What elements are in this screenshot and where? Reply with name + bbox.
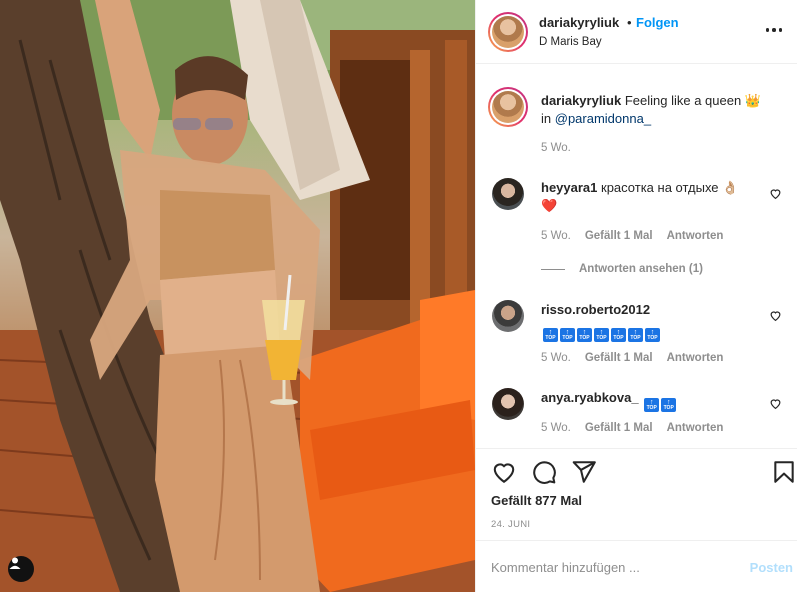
comment-time[interactable]: 5 Wo.: [541, 352, 571, 364]
comment-author[interactable]: risso.roberto2012: [541, 302, 650, 317]
more-options-icon[interactable]: [765, 28, 782, 32]
post-comment-button[interactable]: Posten: [750, 560, 793, 575]
top-emoji: ↑ TOP: [661, 398, 677, 412]
replies-divider: [541, 268, 565, 270]
comment-likes[interactable]: Gefällt 1 Mal: [585, 230, 653, 242]
crown-emoji: 👑: [744, 93, 762, 108]
comment-author[interactable]: anya.ryabkova_: [541, 390, 639, 405]
like-comment-heart-icon[interactable]: [769, 309, 782, 322]
author-avatar[interactable]: [488, 12, 528, 52]
view-replies-label[interactable]: Antworten ansehen (1): [579, 263, 703, 275]
comment-1-meta: 5 Wo. Gefällt 1 Mal Antworten: [541, 230, 723, 242]
likes-count[interactable]: Gefällt 877 Mal: [491, 493, 582, 508]
comment-text-line2: ❤️: [541, 198, 558, 213]
caption-meta: 5 Wo.: [541, 142, 571, 154]
caption-author[interactable]: dariakyryliuk: [541, 93, 621, 108]
comment-author[interactable]: heyyara1: [541, 180, 597, 195]
comment-time[interactable]: 5 Wo.: [541, 422, 571, 434]
header-separator: •: [627, 15, 632, 30]
comment-likes[interactable]: Gefällt 1 Mal: [585, 422, 653, 434]
comment-3-meta: 5 Wo. Gefällt 1 Mal Antworten: [541, 422, 723, 434]
comment-icon[interactable]: [531, 459, 557, 485]
author-username[interactable]: dariakyryliuk: [539, 15, 619, 30]
top-emoji: ↑ TOP: [577, 328, 592, 342]
caption: dariakyryliuk Feeling like a queen 👑 in …: [541, 92, 786, 128]
reply-button[interactable]: Antworten: [667, 422, 724, 434]
top-emoji: ↑ TOP: [594, 328, 609, 342]
top-emoji: ↑ TOP: [628, 328, 643, 342]
share-icon[interactable]: [571, 459, 597, 485]
bookmark-icon[interactable]: [771, 459, 797, 485]
reply-button[interactable]: Antworten: [667, 230, 724, 242]
reply-button[interactable]: Antworten: [667, 352, 724, 364]
tagged-user-icon[interactable]: [8, 556, 34, 582]
caption-in-word: in: [541, 111, 552, 126]
comment-2: risso.roberto2012 ↑ TOP ↑ TOP ↑ TOP ↑ TOP ↑ T…: [541, 301, 761, 342]
add-comment-bar: Kommentar hinzufügen ... Posten: [476, 540, 797, 592]
comment-avatar[interactable]: [492, 388, 524, 420]
photo-illustration: [0, 0, 475, 592]
top-emoji: ↑ TOP: [560, 328, 575, 342]
comment-2-meta: 5 Wo. Gefällt 1 Mal Antworten: [541, 352, 723, 364]
comments-list[interactable]: dariakyryliuk Feeling like a queen 👑 in …: [476, 65, 797, 448]
caption-mention-link[interactable]: @paramidonna_: [555, 111, 651, 126]
caption-time[interactable]: 5 Wo.: [541, 142, 571, 154]
comment-text: красотка на отдыхе 👌🏼: [601, 180, 739, 195]
follow-button[interactable]: Folgen: [636, 15, 679, 30]
top-emoji: ↑ TOP: [543, 328, 558, 342]
post-date[interactable]: 24. JUNI: [491, 519, 530, 530]
heart-icon[interactable]: [491, 459, 517, 485]
view-replies-button[interactable]: Antworten ansehen (1): [541, 263, 703, 275]
like-comment-heart-icon[interactable]: [769, 187, 782, 200]
top-emoji: ↑ TOP: [645, 328, 660, 342]
comment-likes[interactable]: Gefällt 1 Mal: [585, 352, 653, 364]
post-header: dariakyryliuk • Folgen D Maris Bay: [476, 0, 797, 64]
top-emoji: ↑ TOP: [644, 398, 660, 412]
top-emoji-row: ↑ TOP ↑ TOP: [644, 398, 677, 412]
post-details-panel: dariakyryliuk • Folgen D Maris Bay daria…: [475, 0, 797, 592]
top-emoji: ↑ TOP: [611, 328, 626, 342]
post-actions: Gefällt 877 Mal 24. JUNI: [476, 448, 797, 540]
like-comment-heart-icon[interactable]: [769, 397, 782, 410]
comment-input[interactable]: Kommentar hinzufügen ...: [491, 560, 640, 575]
comment-1: heyyara1 красотка на отдыхе 👌🏼 ❤️: [541, 179, 751, 215]
top-emoji-row: ↑ TOP ↑ TOP ↑ TOP ↑ TOP ↑ TOP ↑ TOP ↑ TOP: [543, 328, 660, 342]
comment-time[interactable]: 5 Wo.: [541, 230, 571, 242]
caption-avatar[interactable]: [488, 87, 528, 127]
location-link[interactable]: D Maris Bay: [539, 36, 602, 48]
caption-text: Feeling like a queen: [624, 93, 742, 108]
comment-3: anya.ryabkova_ ↑ TOP ↑ TOP: [541, 389, 761, 412]
post-photo[interactable]: [0, 0, 475, 592]
comment-avatar[interactable]: [492, 300, 524, 332]
comment-avatar[interactable]: [492, 178, 524, 210]
